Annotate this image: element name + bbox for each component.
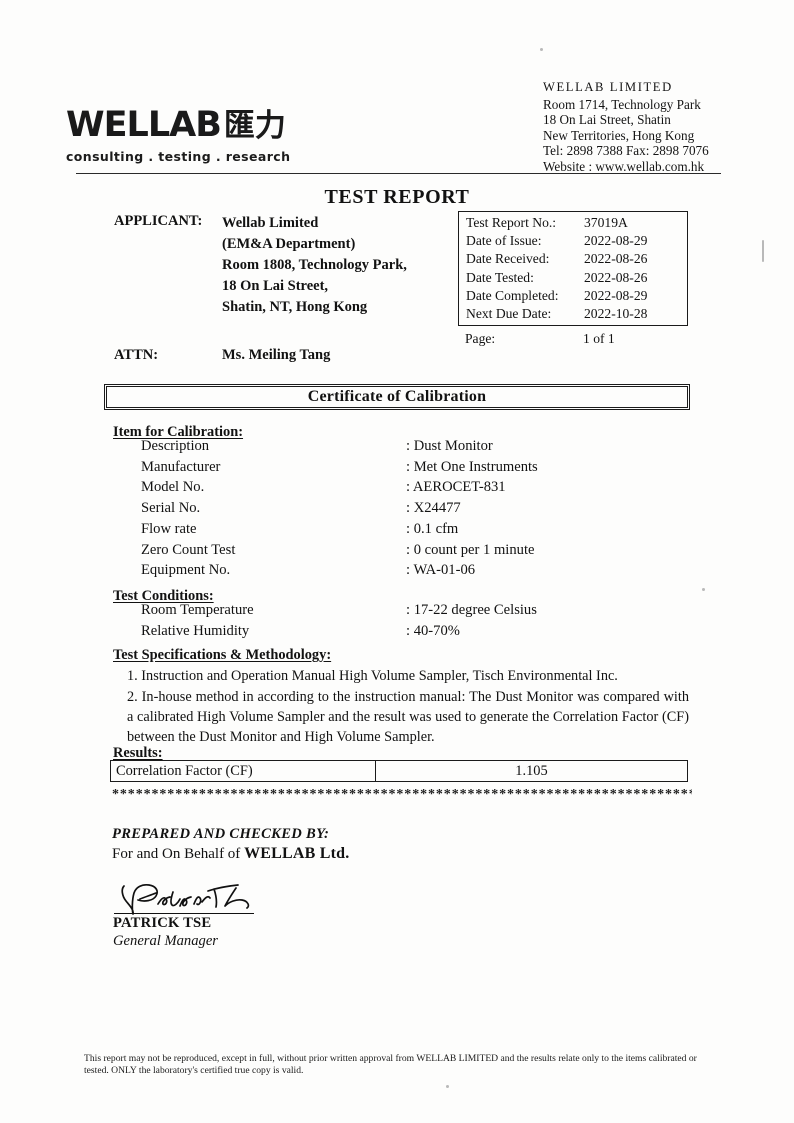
applicant-line-1: Wellab Limited	[222, 215, 319, 231]
item-row-flow-rate: Flow rate : 0.1 cfm	[141, 519, 538, 540]
item-key: Zero Count Test	[141, 541, 236, 558]
spec-section-list: 1. Instruction and Operation Manual High…	[127, 666, 689, 748]
condition-row-relative-humidity: Relative Humidity : 40-70%	[141, 621, 537, 642]
info-value: 37019A	[584, 215, 628, 230]
header-divider-rule	[76, 173, 721, 174]
spec-section-heading: Test Specifications & Methodology:	[113, 647, 332, 663]
item-value: : Dust Monitor	[406, 438, 493, 454]
item-row-equipment-no: Equipment No. : WA-01-06	[141, 560, 538, 581]
signatory-name: PATRICK TSE	[113, 915, 212, 931]
prepared-checked-by-label: PREPARED AND CHECKED BY:	[112, 826, 330, 842]
item-value: : WA-01-06	[406, 562, 476, 579]
item-section-list: Description : Dust Monitor Manufacturer …	[141, 436, 538, 581]
info-value: 2022-08-26	[584, 251, 648, 267]
item-row-manufacturer: Manufacturer : Met One Instruments	[141, 457, 538, 478]
item-value: : 0 count per 1 minute	[406, 541, 535, 558]
applicant-line-3: Room 1808, Technology Park,	[222, 257, 407, 273]
info-value: 2022-10-28	[584, 306, 648, 322]
page-number-row: Page: 1 of 1	[458, 330, 688, 348]
scan-speck	[762, 240, 764, 262]
item-value: : 0.1 cfm	[406, 520, 459, 537]
scan-speck	[540, 48, 543, 51]
info-row-next-due-date: Next Due Date: 2022-10-28	[459, 305, 687, 323]
info-key: Date Received:	[466, 251, 550, 267]
info-key: Date Tested:	[466, 269, 534, 285]
item-row-model-no: Model No. : AEROCET-831	[141, 477, 538, 498]
item-key: Equipment No.	[141, 562, 231, 579]
info-value: 2022-08-29	[584, 287, 648, 303]
scan-speck	[446, 1085, 449, 1088]
attn-label: ATTN:	[114, 347, 159, 363]
spec-item-2: 2. In-house method in according to the i…	[127, 689, 689, 745]
company-address-line-1: Room 1714, Technology Park	[543, 96, 701, 112]
page-label: Page:	[465, 331, 496, 346]
info-key: Date of Issue:	[466, 233, 542, 249]
info-value: 2022-08-26	[584, 269, 648, 285]
info-row-date-issue: Date of Issue: 2022-08-29	[459, 232, 687, 250]
signature-line	[114, 913, 254, 914]
applicant-line-4: 18 On Lai Street,	[222, 278, 329, 294]
footer-disclaimer: This report may not be reproduced, excep…	[84, 1053, 697, 1077]
info-row-date-completed: Date Completed: 2022-08-29	[459, 287, 687, 305]
attn-value: Ms. Meiling Tang	[222, 347, 331, 363]
applicant-address: Wellab Limited (EM&A Department) Room 18…	[222, 213, 407, 318]
info-row-report-no: Test Report No.: 37019A	[459, 214, 687, 232]
item-value: : AEROCET-831	[406, 479, 506, 496]
item-key: Model No.	[141, 479, 205, 496]
scan-speck	[702, 588, 705, 591]
logo-word-latin: WELLAB	[66, 105, 222, 145]
condition-key: Relative Humidity	[141, 622, 250, 639]
company-address-line-3: New Territories, Hong Kong	[543, 127, 695, 143]
applicant-line-2: (EM&A Department)	[222, 236, 356, 252]
page-value: 1 of 1	[583, 331, 615, 346]
results-table: Correlation Factor (CF) 1.105	[110, 760, 688, 782]
info-key: Date Completed:	[466, 287, 559, 303]
conditions-section-list: Room Temperature : 17-22 degree Celsius …	[141, 600, 537, 641]
item-row-zero-count-test: Zero Count Test : 0 count per 1 minute	[141, 540, 538, 561]
condition-key: Room Temperature	[141, 602, 254, 618]
condition-row-room-temperature: Room Temperature : 17-22 degree Celsius	[141, 600, 537, 621]
company-address-line-2: 18 On Lai Street, Shatin	[543, 112, 671, 128]
company-logo: WELLAB匯力 consulting . testing . research	[66, 108, 366, 165]
test-report-page: WELLAB匯力 consulting . testing . research…	[0, 0, 794, 1123]
info-row-date-tested: Date Tested: 2022-08-26	[459, 269, 687, 287]
applicant-line-5: Shatin, NT, Hong Kong	[222, 299, 368, 315]
certificate-title: Certificate of Calibration	[106, 386, 688, 408]
logo-wordmark: WELLAB匯力	[66, 108, 366, 143]
item-key: Description	[141, 438, 210, 454]
page-title: TEST REPORT	[324, 186, 470, 208]
on-behalf-company: WELLAB Ltd.	[244, 845, 350, 862]
spec-item-1: 1. Instruction and Operation Manual High…	[127, 668, 618, 684]
logo-word-cjk: 匯力	[223, 108, 286, 144]
results-row-value: 1.105	[515, 762, 548, 779]
applicant-label: APPLICANT:	[114, 213, 203, 229]
certificate-title-bar: Certificate of Calibration	[104, 384, 690, 410]
item-key: Manufacturer	[141, 458, 221, 475]
logo-tagline: consulting . testing . research	[66, 149, 291, 164]
info-key: Test Report No.:	[466, 215, 557, 230]
item-key: Flow rate	[141, 520, 197, 537]
item-row-description: Description : Dust Monitor	[141, 436, 538, 457]
info-value: 2022-08-29	[584, 233, 648, 249]
signatory-role: General Manager	[113, 933, 218, 949]
info-key: Next Due Date:	[466, 306, 552, 322]
item-row-serial-no: Serial No. : X24477	[141, 498, 538, 519]
condition-value: : 40-70%	[406, 622, 460, 639]
asterisk-divider: ****************************************…	[112, 787, 692, 802]
on-behalf-prefix: For and On Behalf of	[112, 846, 245, 862]
item-value: : Met One Instruments	[406, 458, 538, 475]
info-row-date-received: Date Received: 2022-08-26	[459, 250, 687, 268]
company-contact: Tel: 2898 7388 Fax: 2898 7076	[543, 143, 709, 159]
on-behalf-of-line: For and On Behalf of WELLAB Ltd.	[112, 845, 349, 863]
item-value: : X24477	[406, 500, 461, 517]
item-key: Serial No.	[141, 500, 201, 517]
company-name: WELLAB LIMITED	[543, 80, 673, 94]
report-info-box: Test Report No.: 37019A Date of Issue: 2…	[458, 211, 688, 327]
company-address-block: WELLAB LIMITED Room 1714, Technology Par…	[543, 80, 763, 175]
condition-value: : 17-22 degree Celsius	[406, 602, 537, 618]
results-row-label: Correlation Factor (CF)	[111, 761, 376, 781]
